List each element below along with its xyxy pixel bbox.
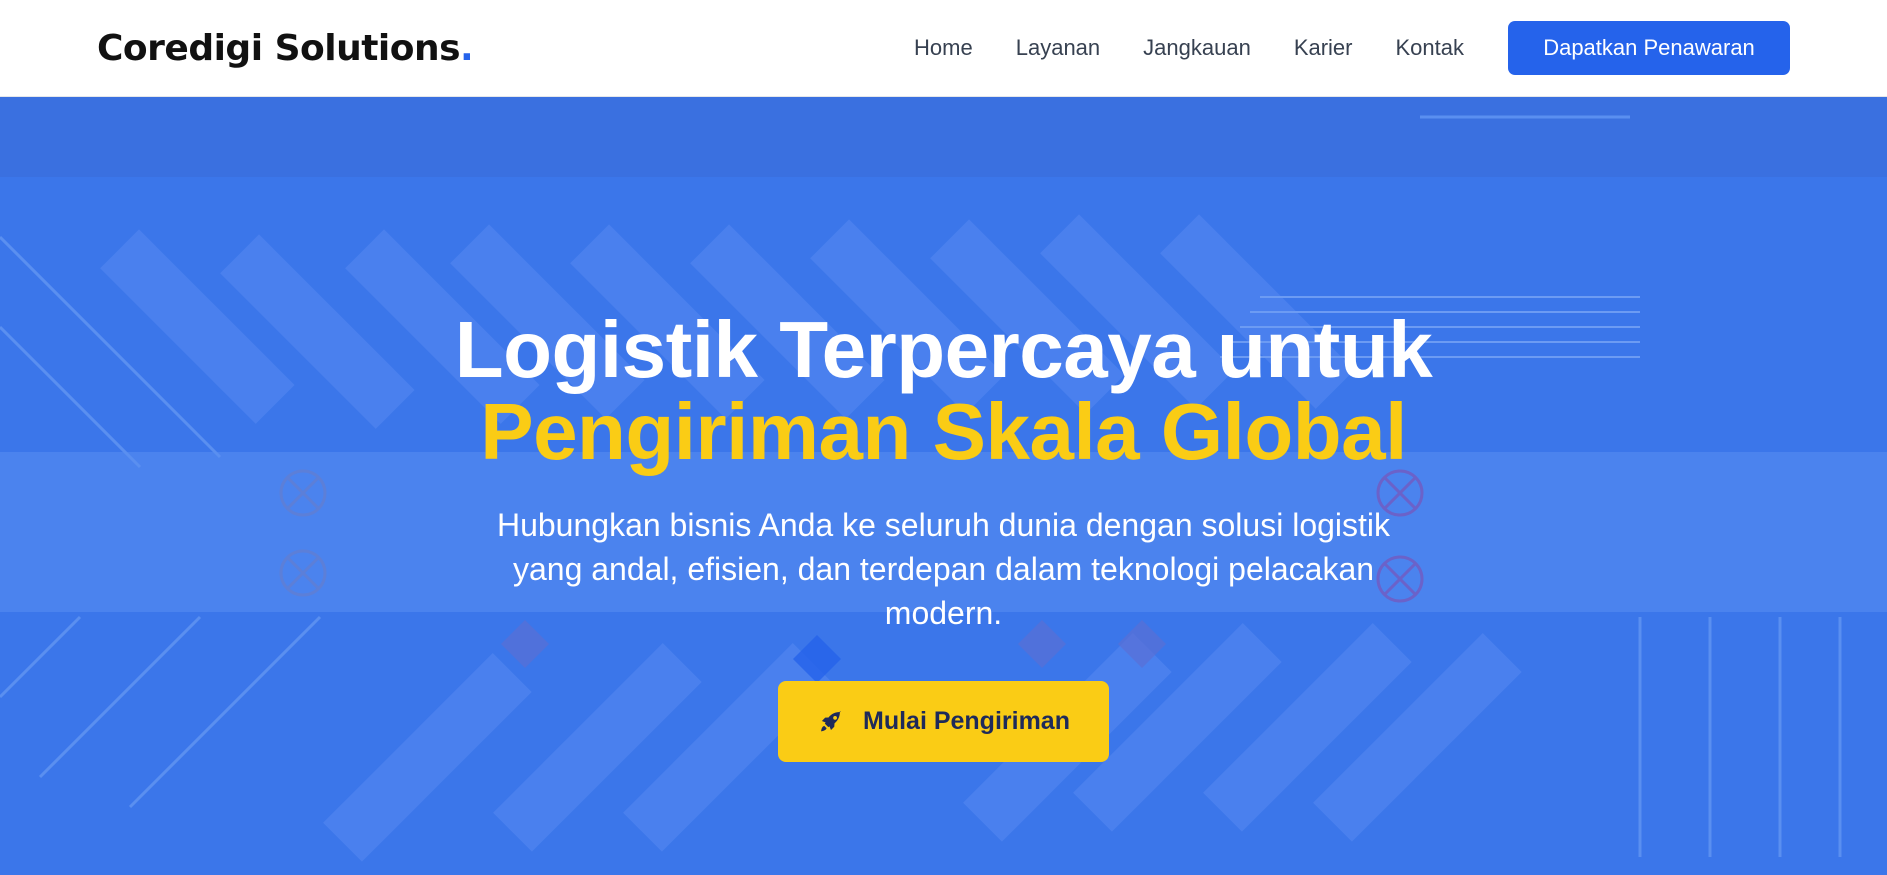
start-shipping-button[interactable]: Mulai Pengiriman bbox=[778, 681, 1109, 762]
nav-link-home[interactable]: Home bbox=[914, 35, 973, 61]
hero-title-line2: Pengiriman Skala Global bbox=[480, 387, 1407, 476]
rocket-icon bbox=[817, 708, 845, 736]
brand-name: Coredigi Solutions bbox=[97, 27, 461, 69]
nav-links: Home Layanan Jangkauan Karier Kontak bbox=[914, 35, 1464, 61]
brand-logo[interactable]: Coredigi Solutions. bbox=[97, 27, 474, 69]
navbar: Coredigi Solutions. Home Layanan Jangkau… bbox=[0, 0, 1887, 97]
nav-link-jangkauan[interactable]: Jangkauan bbox=[1143, 35, 1251, 61]
hero-subtitle: Hubungkan bisnis Anda ke seluruh dunia d… bbox=[496, 507, 1391, 631]
start-shipping-label: Mulai Pengiriman bbox=[863, 707, 1070, 735]
hero-title-line1: Logistik Terpercaya untuk bbox=[454, 305, 1433, 394]
get-quote-button[interactable]: Dapatkan Penawaran bbox=[1508, 21, 1790, 75]
hero-section: Logistik Terpercaya untuk Pengiriman Ska… bbox=[0, 97, 1887, 875]
brand-dot: . bbox=[460, 27, 474, 69]
hero-content: Logistik Terpercaya untuk Pengiriman Ska… bbox=[0, 97, 1887, 875]
nav-link-layanan[interactable]: Layanan bbox=[1016, 35, 1100, 61]
nav-link-karier[interactable]: Karier bbox=[1294, 35, 1353, 61]
nav-link-kontak[interactable]: Kontak bbox=[1396, 35, 1465, 61]
